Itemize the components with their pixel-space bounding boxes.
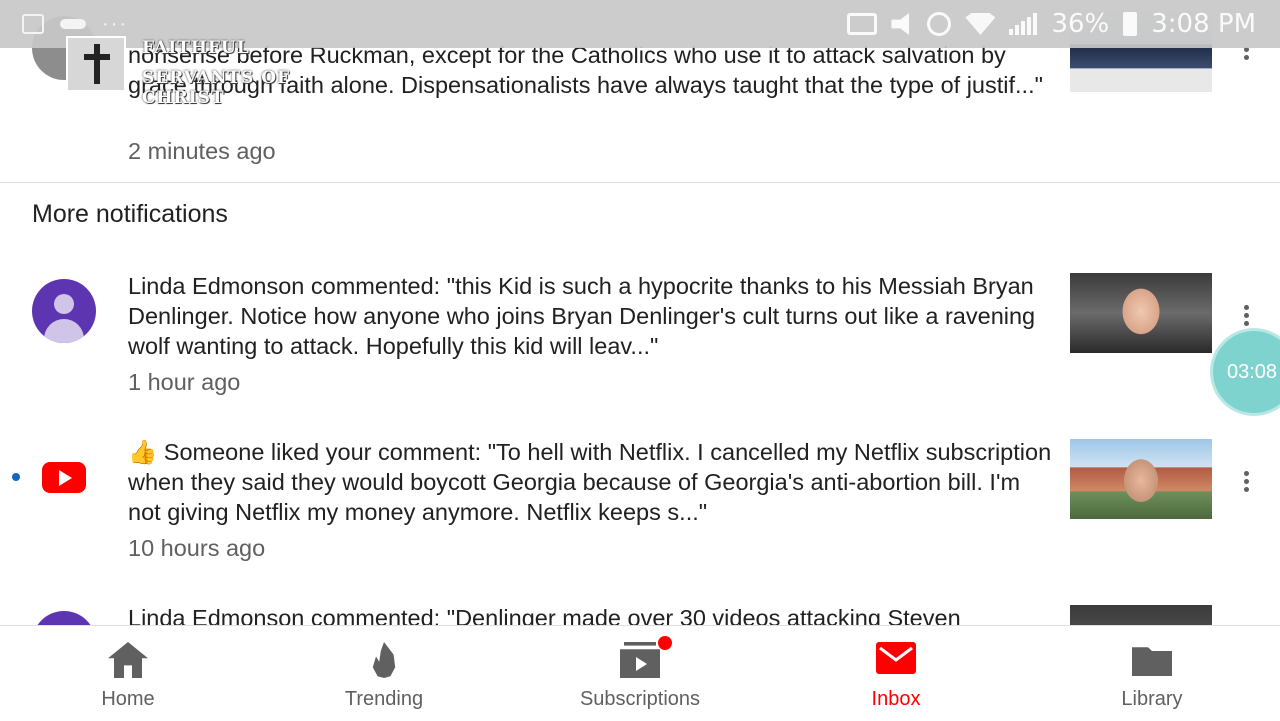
notification-text: Linda Edmonson commented: "Denlinger mad… (128, 605, 961, 625)
section-divider (0, 182, 1280, 183)
person-icon (54, 294, 74, 314)
clock: 3:08 PM (1151, 9, 1256, 39)
nav-label: Home (101, 688, 155, 710)
gallery-icon (22, 14, 44, 34)
notification-badge-icon (658, 636, 672, 650)
notification-item[interactable]: 👍 Someone liked your comment: "To hell w… (0, 428, 1280, 578)
nav-home[interactable]: Home (0, 626, 256, 721)
youtube-logo-icon (42, 462, 86, 493)
notification-time: 1 hour ago (128, 369, 241, 395)
bottom-navigation: Home Trending Subscriptions Inbox Librar… (0, 625, 1280, 721)
nav-label: Trending (344, 688, 424, 710)
mute-icon (891, 13, 910, 35)
more-notifications-icon: ··· (102, 13, 128, 35)
notification-text: Linda Edmonson commented: "this Kid is s… (128, 273, 1036, 359)
unread-indicator-icon (12, 473, 20, 481)
notification-text: 👍 Someone liked your comment: "To hell w… (128, 439, 1052, 525)
nav-label: Library (1121, 688, 1183, 710)
status-bar-left-icons: ··· (22, 12, 128, 36)
signal-icon (1009, 13, 1038, 35)
video-thumbnail[interactable] (1070, 439, 1212, 519)
section-title: More notifications (32, 200, 228, 228)
cross-logo-icon (66, 36, 126, 92)
watermark-line-2: SERVANTS OF CHRIST (142, 68, 291, 108)
key-icon (60, 19, 86, 29)
watermark-line-1: FAITHFUL (142, 38, 250, 58)
more-options-icon[interactable] (1236, 44, 1256, 74)
nav-library[interactable]: Library (1024, 626, 1280, 721)
video-thumbnail[interactable] (1070, 605, 1212, 625)
channel-watermark: FAITHFUL SERVANTS OF CHRIST (66, 36, 376, 108)
status-bar-right-icons: 36% 3:08 PM (847, 8, 1256, 40)
nav-trending[interactable]: Trending (256, 626, 512, 721)
notification-item[interactable]: Linda Edmonson commented: "this Kid is s… (0, 262, 1280, 412)
more-options-icon[interactable] (1236, 468, 1256, 498)
battery-icon (1123, 12, 1138, 36)
home-icon (108, 642, 148, 678)
trending-flame-icon (372, 642, 396, 678)
subscriptions-icon (620, 642, 660, 678)
avatar (32, 279, 96, 343)
library-folder-icon (1132, 647, 1172, 676)
video-thumbnail[interactable] (1070, 273, 1212, 353)
battery-percent: 36% (1051, 9, 1110, 39)
notification-item[interactable]: Linda Edmonson commented: "Denlinger mad… (0, 594, 1280, 625)
nav-label: Inbox (871, 688, 921, 710)
notification-time: 2 minutes ago (128, 138, 276, 164)
alarm-icon (927, 12, 952, 36)
inbox-icon (876, 642, 916, 674)
notification-time: 10 hours ago (128, 535, 266, 561)
nav-subscriptions[interactable]: Subscriptions (512, 626, 768, 721)
avatar (32, 611, 96, 625)
nav-label: Subscriptions (579, 688, 701, 710)
nav-inbox[interactable]: Inbox (768, 626, 1024, 721)
wifi-icon (965, 13, 996, 35)
cast-icon (847, 13, 878, 35)
